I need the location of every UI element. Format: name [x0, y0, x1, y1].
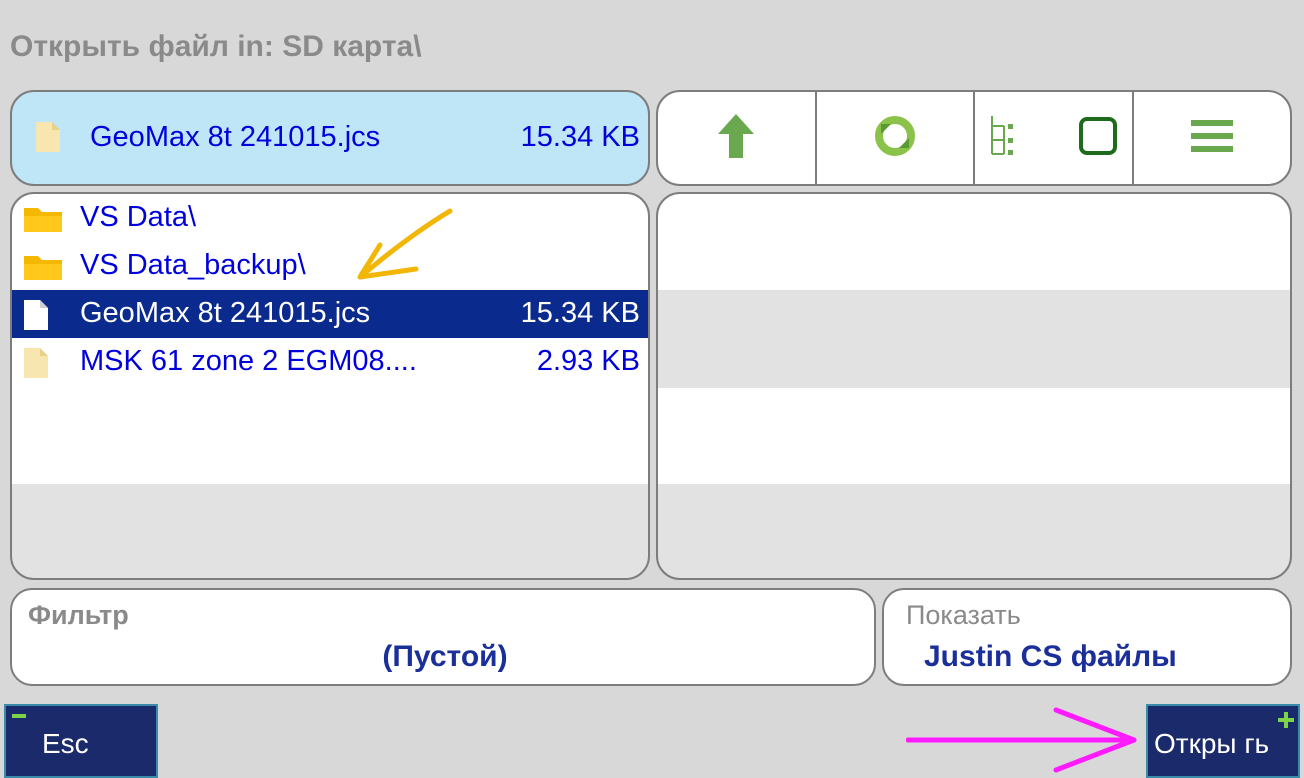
up-arrow-icon	[716, 112, 756, 165]
open-label: Откры гь	[1154, 728, 1270, 759]
list-item-name: VS Data_backup\	[80, 249, 306, 281]
filter-field[interactable]: Фильтр (Пустой)	[10, 588, 876, 686]
file-icon	[24, 300, 48, 338]
list-item-name: GeoMax 8t 241015.jcs	[80, 297, 371, 329]
menu-button[interactable]	[1134, 92, 1291, 184]
toolbar	[656, 90, 1292, 186]
list-item-name: VS Data\	[80, 201, 197, 233]
selected-file-panel: GeoMax 8t 241015.jcs 15.34 KB	[10, 90, 650, 186]
open-button[interactable]: Откры гь	[1146, 704, 1300, 778]
filter-label: Фильтр	[28, 600, 129, 630]
list-item-size: 2.93 KB	[536, 345, 640, 377]
esc-button[interactable]: Esc	[4, 704, 158, 778]
up-folder-button[interactable]	[658, 92, 817, 184]
annotation-arrow-icon	[357, 208, 453, 280]
file-icon	[36, 122, 60, 157]
folder-icon	[24, 204, 62, 240]
list-item-name: MSK 61 zone 2 EGM08....	[80, 345, 417, 377]
file-icon	[24, 348, 48, 386]
list-item-size: 15.34 KB	[520, 297, 640, 329]
folder-icon	[24, 252, 62, 288]
filter-value: (Пустой)	[382, 640, 508, 673]
show-field[interactable]: Показать Justin CS файлы	[882, 588, 1292, 686]
list-item[interactable]: VS Data\	[12, 194, 648, 242]
file-list: VS Data\ VS Data_backup\ GeoMax 8t 24101…	[10, 192, 650, 580]
tree-view-toggle[interactable]	[975, 92, 1134, 184]
list-item-selected[interactable]: GeoMax 8t 241015.jcs 15.34 KB	[12, 290, 648, 338]
tree-view-icon	[988, 114, 1078, 163]
minus-icon	[12, 714, 26, 718]
refresh-icon	[874, 115, 915, 161]
selected-file-name: GeoMax 8t 241015.jcs	[90, 121, 381, 153]
refresh-button[interactable]	[817, 92, 975, 184]
checkbox-icon	[1078, 116, 1118, 161]
list-item[interactable]: MSK 61 zone 2 EGM08.... 2.93 KB	[12, 338, 648, 386]
show-label: Показать	[906, 600, 1021, 630]
show-value: Justin CS файлы	[924, 640, 1177, 673]
menu-icon	[1190, 119, 1233, 157]
plus-icon-vertical	[1284, 712, 1288, 728]
list-item[interactable]: VS Data_backup\	[12, 242, 648, 290]
window-title: Открыть файл in: SD карта\	[10, 30, 422, 63]
selected-file-size: 15.34 KB	[520, 121, 640, 153]
esc-label: Esc	[42, 728, 89, 759]
preview-pane	[656, 192, 1292, 580]
annotation-arrow-icon	[906, 707, 1137, 773]
